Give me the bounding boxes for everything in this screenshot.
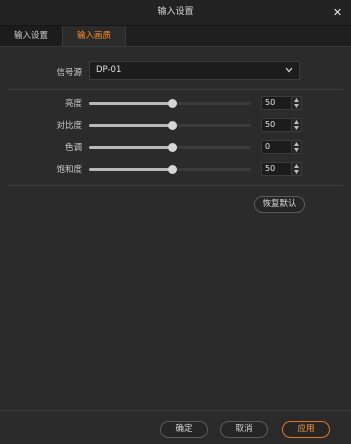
arrow-down-icon[interactable]: [294, 148, 299, 152]
arrow-up-icon[interactable]: [294, 120, 299, 124]
brightness-value: 50: [265, 98, 276, 107]
contrast-slider-fill: [89, 124, 170, 127]
saturation-spin-arrows[interactable]: [291, 163, 301, 175]
hue-slider[interactable]: [89, 143, 251, 152]
arrow-up-icon[interactable]: [294, 142, 299, 146]
apply-button[interactable]: 应用: [282, 421, 330, 438]
hue-spinbox[interactable]: 0: [261, 140, 302, 154]
arrow-up-icon[interactable]: [294, 98, 299, 102]
brightness-slider-fill: [89, 102, 170, 105]
saturation-slider-thumb[interactable]: [167, 165, 177, 174]
contrast-spinbox[interactable]: 50: [261, 118, 302, 132]
arrow-down-icon[interactable]: [294, 170, 299, 174]
hue-slider-thumb[interactable]: [167, 143, 177, 152]
arrow-down-icon[interactable]: [294, 126, 299, 130]
window-title: 输入设置: [157, 7, 194, 17]
saturation-label: 饱和度: [56, 165, 82, 175]
divider: [8, 185, 343, 186]
contrast-label: 对比度: [56, 121, 82, 131]
hue-value: 0: [265, 142, 271, 151]
brightness-label: 亮度: [64, 99, 82, 109]
signal-source-value: DP-01: [96, 65, 122, 75]
contrast-spin-arrows[interactable]: [291, 119, 301, 131]
divider: [8, 89, 343, 90]
hue-slider-fill: [89, 146, 170, 149]
saturation-slider-fill: [89, 168, 170, 171]
tab-bar: 输入设置 输入画质: [0, 26, 351, 47]
tab-input-settings[interactable]: 输入设置: [0, 26, 63, 46]
brightness-slider[interactable]: [89, 99, 251, 108]
contrast-slider[interactable]: [89, 121, 251, 130]
tab-input-quality[interactable]: 输入画质: [63, 26, 126, 46]
title-bar: 输入设置 ✕: [0, 0, 351, 26]
hue-label: 色调: [64, 143, 82, 153]
brightness-spin-arrows[interactable]: [291, 97, 301, 109]
chevron-down-icon: [285, 67, 293, 73]
brightness-spinbox[interactable]: 50: [261, 96, 302, 110]
cancel-button[interactable]: 取消: [220, 421, 268, 438]
saturation-spinbox[interactable]: 50: [261, 162, 302, 176]
ok-button[interactable]: 确定: [160, 421, 208, 438]
brightness-slider-thumb[interactable]: [167, 99, 177, 108]
signal-source-label: 信号源: [56, 68, 82, 78]
contrast-slider-thumb[interactable]: [167, 121, 177, 130]
arrow-up-icon[interactable]: [294, 164, 299, 168]
arrow-down-icon[interactable]: [294, 104, 299, 108]
signal-source-select[interactable]: DP-01: [89, 61, 300, 80]
close-icon[interactable]: ✕: [330, 5, 345, 20]
hue-spin-arrows[interactable]: [291, 141, 301, 153]
saturation-slider[interactable]: [89, 165, 251, 174]
saturation-value: 50: [265, 164, 276, 173]
restore-default-button[interactable]: 恢复默认: [254, 196, 305, 213]
footer-divider: [0, 410, 351, 411]
contrast-value: 50: [265, 120, 276, 129]
